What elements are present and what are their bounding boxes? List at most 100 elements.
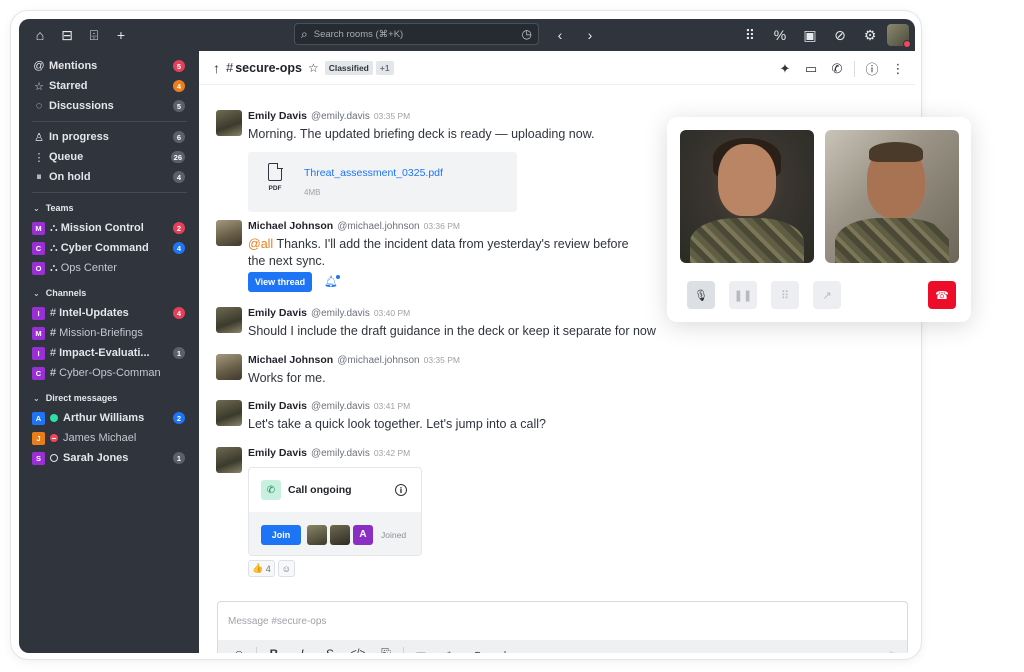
sidebar-item-arthur-williams[interactable]: A Arthur Williams 2 — [19, 408, 199, 428]
room-avatar: C — [32, 241, 45, 255]
back-arrow-icon[interactable]: ↑ — [213, 60, 220, 76]
message-item[interactable]: Emily Davis @emily.davis 03:41 PM Let's … — [216, 400, 546, 433]
unread-badge: 5 — [173, 60, 185, 72]
teams-section-header[interactable]: ⌄ Teams — [19, 198, 199, 218]
message-item[interactable]: Emily Davis @emily.davis 03:40 PM Should… — [216, 307, 656, 340]
avatar[interactable] — [216, 220, 242, 246]
file-attachment[interactable]: PDF Threat_assessment_0325.pdf 4MB — [248, 152, 517, 212]
italic-icon[interactable]: I — [289, 647, 315, 654]
dialpad-icon[interactable]: ⠿ — [771, 281, 799, 309]
sidebar-item-on-hold[interactable]: ⏸ On hold 4 — [19, 167, 199, 187]
message-handle: @emily.davis — [310, 308, 370, 319]
strikethrough-icon[interactable]: S — [317, 647, 343, 654]
follow-thread-bell-icon[interactable]: 🔔︎ — [324, 275, 340, 288]
dialpad-icon[interactable]: ⠿ — [737, 22, 763, 48]
dm-section-header[interactable]: ⌄ Direct messages — [19, 388, 199, 408]
end-call-icon[interactable]: ☎ — [928, 281, 956, 309]
classified-tag[interactable]: Classified — [324, 60, 373, 75]
microphone-icon[interactable]: ♁ — [436, 647, 462, 654]
sidebar-item-mission-briefings[interactable]: M # Mission-Briefings — [19, 323, 199, 343]
sidebar-item-mission-control[interactable]: M ⛬ Mission Control 2 — [19, 218, 199, 238]
room-avatar: I — [32, 346, 45, 360]
sidebar-item-impact-evaluation[interactable]: I # Impact-Evaluati... 1 — [19, 343, 199, 363]
marketplace-icon[interactable]: ⌹ — [81, 22, 107, 48]
message-time: 03:35 PM — [373, 111, 411, 121]
message-author[interactable]: Emily Davis — [248, 400, 307, 412]
more-actions-plus-icon[interactable]: + — [492, 647, 518, 654]
unread-badge: 6 — [173, 131, 185, 143]
code-block-icon[interactable]: ⎘ — [373, 646, 399, 653]
emoji-icon[interactable]: ☺ — [226, 647, 252, 654]
message-author[interactable]: Emily Davis — [248, 447, 307, 459]
message-item[interactable]: Michael Johnson @michael.johnson 03:35 P… — [216, 354, 460, 387]
send-icon[interactable]: ➢ — [888, 647, 897, 653]
message-author[interactable]: Michael Johnson — [248, 220, 333, 232]
settings-gear-icon[interactable]: ⚙ — [857, 22, 883, 48]
back-arrow-icon[interactable]: ‹ — [547, 22, 573, 48]
create-new-icon[interactable]: + — [108, 22, 134, 48]
hashtag-icon: # — [50, 307, 57, 319]
add-reaction-icon[interactable]: ☺ — [277, 560, 295, 577]
sidebar-item-intel-updates[interactable]: I # Intel-Updates 4 — [19, 303, 199, 323]
contact-book-icon[interactable]: ▣ — [797, 22, 823, 48]
transfer-call-icon[interactable]: ↗ — [813, 281, 841, 309]
attachment-icon[interactable]: ⌀ — [464, 647, 490, 654]
avatar[interactable] — [216, 400, 242, 426]
sidebar-item-label: Queue — [49, 151, 84, 163]
forward-arrow-icon[interactable]: › — [577, 22, 603, 48]
message-author[interactable]: Michael Johnson — [248, 354, 333, 366]
room-header-actions: ✦ ▭ ✆ ⓘ ⋮ — [776, 59, 907, 78]
reaction-thumbs-up[interactable]: 👍 4 — [248, 560, 275, 577]
sidebar-item-cyber-command[interactable]: C ⛬ Cyber Command 4 — [19, 238, 199, 258]
search-input[interactable]: ⌕ Search rooms (⌘+K) ◷ — [294, 23, 539, 45]
sidebar-item-james-michael[interactable]: J James Michael — [19, 428, 199, 448]
avatar[interactable] — [216, 354, 242, 380]
file-name-link[interactable]: Threat_assessment_0325.pdf — [304, 167, 443, 179]
sidebar-item-starred[interactable]: ☆ Starred 4 — [19, 76, 199, 96]
message-author[interactable]: Emily Davis — [248, 110, 307, 122]
participant-avatar[interactable] — [330, 524, 350, 545]
message-item[interactable]: Michael Johnson @michael.johnson 03:36 P… — [216, 220, 629, 270]
pause-circle-icon: ⏸ — [36, 170, 42, 183]
bold-icon[interactable]: B — [261, 647, 287, 654]
mute-microphone-icon[interactable]: 🎙︎ — [687, 281, 715, 309]
code-icon[interactable]: </> — [345, 648, 371, 653]
favorite-star-icon[interactable]: ☆ — [308, 61, 319, 75]
participant-video-tile[interactable] — [680, 130, 814, 263]
participant-video-tile[interactable] — [825, 130, 959, 263]
join-call-button[interactable]: Join — [261, 524, 301, 545]
more-tags-badge[interactable]: +1 — [375, 60, 394, 75]
participant-avatar[interactable] — [307, 524, 327, 545]
sidebar-item-in-progress[interactable]: ♙ In progress 6 — [19, 127, 199, 147]
sidebar-item-mentions[interactable]: @ Mentions 5 — [19, 56, 199, 76]
directory-icon[interactable]: ⊟ — [54, 22, 80, 48]
history-icon[interactable]: ◷ — [522, 27, 532, 41]
home-icon[interactable]: ⌂ — [27, 22, 53, 48]
message-input[interactable]: Message #secure-ops — [218, 602, 907, 640]
video-call-icon[interactable]: ▭ — [802, 61, 820, 77]
message-item[interactable]: Emily Davis @emily.davis 03:35 PM Mornin… — [216, 110, 595, 143]
kebab-menu-icon[interactable]: ⋮ — [889, 61, 907, 77]
phone-call-icon[interactable]: ✆ — [828, 61, 846, 77]
avatar[interactable] — [216, 307, 242, 333]
message-author[interactable]: Emily Davis — [248, 307, 307, 319]
sidebar-item-ops-center[interactable]: O ⛬ Ops Center — [19, 258, 199, 278]
hold-pause-icon[interactable]: ❚❚ — [729, 281, 757, 309]
channels-section-header[interactable]: ⌄ Channels — [19, 283, 199, 303]
sidebar-item-queue[interactable]: ⋮ Queue 26 — [19, 147, 199, 167]
ai-sparkle-icon[interactable]: ✦ — [776, 61, 794, 77]
video-message-icon[interactable]: ▭ — [408, 647, 434, 654]
voip-icon[interactable]: % — [767, 22, 793, 48]
mention-all[interactable]: @all — [248, 237, 273, 251]
room-info-icon[interactable]: ⓘ — [863, 59, 881, 78]
view-thread-button[interactable]: View thread — [248, 272, 312, 292]
sidebar-item-discussions[interactable]: ◌ Discussions 5 — [19, 96, 199, 116]
avatar[interactable] — [216, 447, 242, 473]
sidebar-item-cyber-ops-command[interactable]: C # Cyber-Ops-Comman — [19, 363, 199, 383]
avatar[interactable] — [216, 110, 242, 136]
user-avatar[interactable] — [887, 24, 911, 48]
status-disabled-icon[interactable]: ⊘ — [827, 22, 853, 48]
sidebar-item-sarah-jones[interactable]: S Sarah Jones 1 — [19, 448, 199, 468]
participant-avatar[interactable]: A — [353, 524, 373, 545]
info-icon[interactable]: i — [395, 484, 407, 496]
